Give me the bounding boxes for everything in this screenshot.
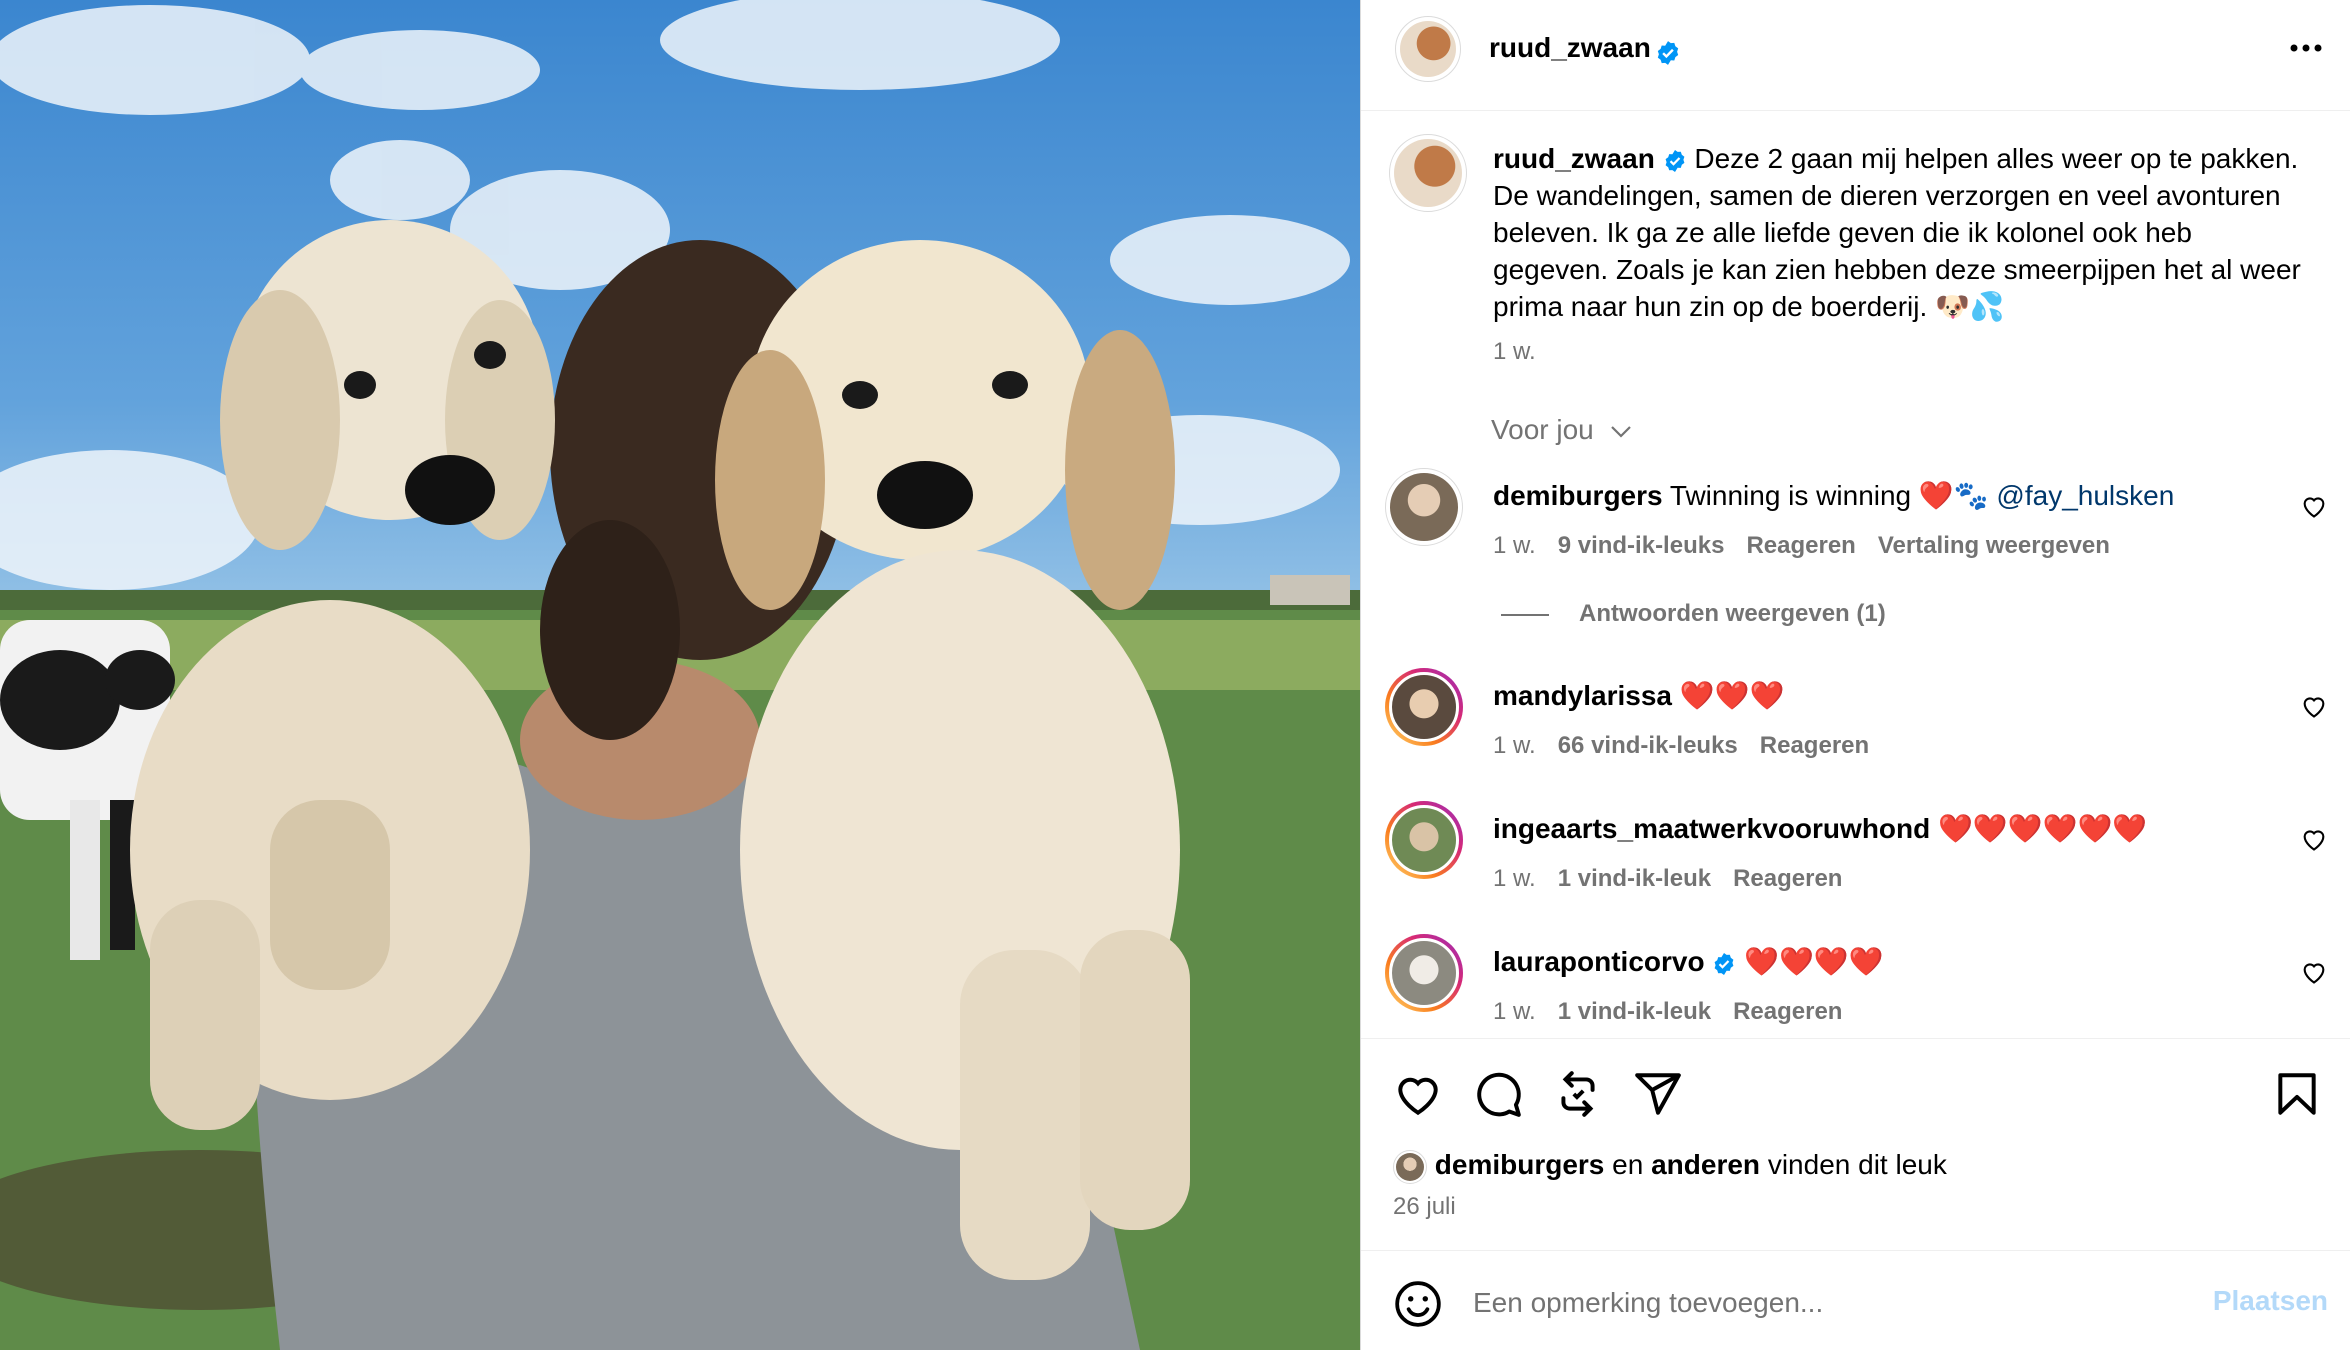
view-replies-button[interactable]: Antwoorden weergeven (1) bbox=[1501, 600, 1886, 628]
comment-icon[interactable] bbox=[1473, 1069, 1523, 1119]
repost-icon[interactable] bbox=[1553, 1069, 1603, 1119]
reply-button[interactable]: Reageren bbox=[1733, 998, 1842, 1025]
comment-input[interactable] bbox=[1473, 1285, 2173, 1321]
caption-author-avatar[interactable] bbox=[1389, 134, 1467, 212]
likes-connector: en bbox=[1612, 1149, 1644, 1180]
comment-avatar[interactable] bbox=[1385, 934, 1463, 1012]
comment-meta: 1 w. 66 vind-ik-leuks Reageren bbox=[1493, 732, 1869, 760]
reply-button[interactable]: Reageren bbox=[1733, 865, 1842, 892]
comment-body: ingeaarts_maatwerkvooruwhond ❤️❤️❤️❤️❤️❤… bbox=[1493, 812, 2147, 845]
comment-text: Twinning is winning ❤️🐾 bbox=[1669, 480, 1989, 511]
replies-divider bbox=[1501, 613, 1549, 616]
translate-button[interactable]: Vertaling weergeven bbox=[1878, 532, 2110, 559]
post-side-panel: ruud_zwaan ruud_zwaan Deze 2 gaan mij he… bbox=[1360, 0, 2350, 1350]
comment-time: 1 w. bbox=[1493, 865, 1536, 892]
comment-heart-icon[interactable] bbox=[2300, 825, 2328, 853]
post-comment-button[interactable]: Plaatsen bbox=[2213, 1285, 2328, 1317]
for-you-label: Voor jou bbox=[1491, 414, 1594, 445]
likes-suffix: vinden dit leuk bbox=[1767, 1149, 1947, 1180]
comment-likes[interactable]: 1 vind-ik-leuk bbox=[1558, 998, 1711, 1025]
comment-heart-icon[interactable] bbox=[2300, 692, 2328, 720]
comment-avatar[interactable] bbox=[1385, 468, 1463, 546]
comment-username[interactable]: lauraponticorvo bbox=[1493, 946, 1705, 977]
post-actions: demiburgers en anderen vinden dit leuk 2… bbox=[1361, 1038, 2350, 1259]
comment-username[interactable]: ingeaarts_maatwerkvooruwhond bbox=[1493, 813, 1930, 844]
heart-icon[interactable] bbox=[1393, 1069, 1443, 1119]
comment-username[interactable]: mandylarissa bbox=[1493, 680, 1672, 711]
photo-illustration bbox=[0, 0, 1360, 1350]
comment-body: mandylarissa ❤️❤️❤️ bbox=[1493, 679, 1784, 712]
verified-icon bbox=[1658, 40, 1679, 65]
comment-likes[interactable]: 1 vind-ik-leuk bbox=[1558, 865, 1711, 892]
verified-icon bbox=[1665, 149, 1684, 172]
bookmark-icon[interactable] bbox=[2272, 1069, 2322, 1119]
reply-button[interactable]: Reageren bbox=[1746, 532, 1855, 559]
share-icon[interactable] bbox=[1633, 1069, 1683, 1119]
comment-text: ❤️❤️❤️ bbox=[1679, 680, 1785, 711]
add-comment-bar: Plaatsen bbox=[1361, 1250, 2350, 1351]
comment-likes[interactable]: 9 vind-ik-leuks bbox=[1558, 532, 1725, 559]
comment-time: 1 w. bbox=[1493, 532, 1536, 559]
comment-heart-icon[interactable] bbox=[2300, 492, 2328, 520]
comment-meta: 1 w. 1 vind-ik-leuk Reageren bbox=[1493, 998, 1842, 1026]
liker-avatar[interactable] bbox=[1393, 1149, 1427, 1184]
post-date[interactable]: 26 juli bbox=[1393, 1193, 1456, 1221]
post-header: ruud_zwaan bbox=[1361, 0, 2350, 111]
post-photo[interactable] bbox=[0, 0, 1360, 1350]
more-icon[interactable] bbox=[2286, 36, 2326, 60]
caption-timestamp: 1 w. bbox=[1493, 338, 1536, 365]
verified-icon bbox=[1714, 952, 1734, 975]
comment-body: demiburgers Twinning is winning ❤️🐾 @fay… bbox=[1493, 479, 2174, 512]
view-replies-label: Antwoorden weergeven (1) bbox=[1579, 600, 1886, 627]
comment-likes[interactable]: 66 vind-ik-leuks bbox=[1558, 732, 1738, 759]
likes-summary: demiburgers en anderen vinden dit leuk bbox=[1393, 1149, 1947, 1184]
header-author: ruud_zwaan bbox=[1489, 32, 1681, 66]
comment-time: 1 w. bbox=[1493, 732, 1536, 759]
post-caption: ruud_zwaan Deze 2 gaan mij helpen alles … bbox=[1493, 140, 2313, 325]
liker-username[interactable]: demiburgers bbox=[1435, 1149, 1605, 1180]
author-avatar[interactable] bbox=[1395, 16, 1461, 82]
comment-text: ❤️❤️❤️❤️ bbox=[1744, 946, 1884, 977]
reply-button[interactable]: Reageren bbox=[1760, 732, 1869, 759]
comment-body: lauraponticorvo ❤️❤️❤️❤️ bbox=[1493, 945, 1884, 978]
comment-meta: 1 w. 1 vind-ik-leuk Reageren bbox=[1493, 865, 1842, 893]
comment-heart-icon[interactable] bbox=[2300, 958, 2328, 986]
comment-avatar[interactable] bbox=[1385, 801, 1463, 879]
emoji-icon[interactable] bbox=[1393, 1279, 1443, 1329]
instagram-post-view: ruud_zwaan ruud_zwaan Deze 2 gaan mij he… bbox=[0, 0, 2350, 1350]
comment-mention[interactable]: @fay_hulsken bbox=[1996, 480, 2174, 511]
comment-avatar[interactable] bbox=[1385, 668, 1463, 746]
comment-text: ❤️❤️❤️❤️❤️❤️ bbox=[1938, 813, 2148, 844]
comment-time: 1 w. bbox=[1493, 998, 1536, 1025]
caption-username[interactable]: ruud_zwaan bbox=[1493, 143, 1655, 174]
for-you-filter[interactable]: Voor jou bbox=[1491, 414, 1632, 446]
author-username[interactable]: ruud_zwaan bbox=[1489, 32, 1651, 63]
comment-username[interactable]: demiburgers bbox=[1493, 480, 1663, 511]
chevron-down-icon bbox=[1610, 426, 1631, 438]
comment-meta: 1 w. 9 vind-ik-leuks Reageren Vertaling wee… bbox=[1493, 532, 2110, 560]
likes-others[interactable]: anderen bbox=[1651, 1149, 1760, 1180]
